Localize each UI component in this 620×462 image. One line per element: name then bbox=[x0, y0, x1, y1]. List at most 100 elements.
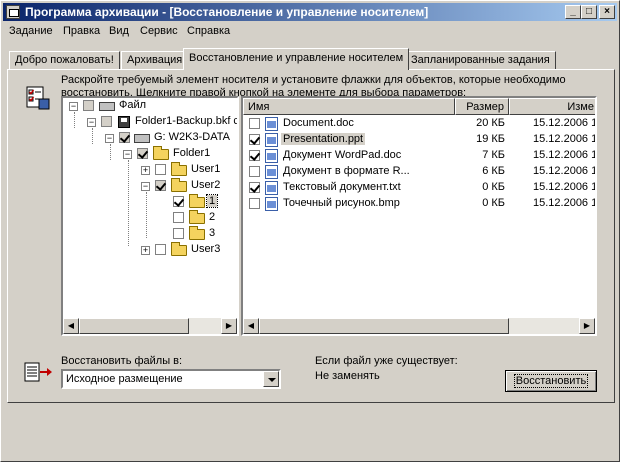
folder-icon bbox=[171, 162, 187, 176]
tree-item-backup-file[interactable]: − Folder1-Backup.bkf с bbox=[63, 114, 239, 130]
tree-checkbox[interactable] bbox=[119, 132, 130, 143]
file-size: 19 КБ bbox=[476, 133, 505, 145]
file-checkbox[interactable] bbox=[249, 198, 260, 209]
tree-item-2[interactable]: 2 bbox=[63, 210, 237, 226]
file-row[interactable]: Точечный рисунок.bmp 0 КБ 15.12.2006 1 bbox=[243, 196, 597, 212]
column-size[interactable]: Размер bbox=[455, 98, 509, 115]
maximize-button[interactable]: □ bbox=[581, 5, 597, 19]
tree-checkbox[interactable] bbox=[83, 100, 94, 111]
scroll-thumb[interactable] bbox=[259, 318, 509, 334]
tree-checkbox[interactable] bbox=[155, 164, 166, 175]
tree-label: Folder1-Backup.bkf с bbox=[135, 115, 239, 127]
restore-button[interactable]: Восстановить bbox=[505, 370, 597, 392]
tree-checkbox[interactable] bbox=[173, 212, 184, 223]
restore-location-select[interactable]: Исходное размещение bbox=[61, 369, 281, 389]
tree-horizontal-scrollbar[interactable]: ◀ ▶ bbox=[63, 318, 237, 334]
if-exists-value: Не заменять bbox=[315, 370, 380, 382]
collapse-icon[interactable]: − bbox=[123, 150, 132, 159]
file-checkbox[interactable] bbox=[249, 182, 260, 193]
tree-checkbox[interactable] bbox=[137, 148, 148, 159]
tree-label: Folder1 bbox=[173, 147, 211, 159]
tab-backup[interactable]: Архивация bbox=[121, 51, 189, 69]
tree-item-user3[interactable]: + User3 bbox=[63, 242, 237, 258]
tree-label: 3 bbox=[209, 227, 216, 239]
tree-checkbox[interactable] bbox=[155, 180, 166, 191]
tree-checkbox[interactable] bbox=[155, 244, 166, 255]
restore-location-icon bbox=[24, 362, 52, 382]
expand-icon[interactable]: + bbox=[141, 246, 150, 255]
document-icon bbox=[265, 197, 278, 211]
file-modified: 15.12.2006 1 bbox=[533, 181, 597, 193]
file-row[interactable]: Документ WordPad.doc 7 КБ 15.12.2006 1 bbox=[243, 148, 595, 164]
scroll-thumb[interactable] bbox=[79, 318, 189, 334]
minimize-button[interactable]: _ bbox=[565, 5, 581, 19]
file-row[interactable]: Presentation.ppt 19 КБ 15.12.2006 1 bbox=[243, 132, 597, 148]
scroll-right-icon[interactable]: ▶ bbox=[579, 318, 595, 334]
tree-item-file[interactable]: − Файл bbox=[63, 98, 237, 114]
tree-label: 2 bbox=[209, 211, 216, 223]
menu-bar: Задание Правка Вид Сервис Справка bbox=[3, 22, 617, 40]
restore-button-label: Восстановить bbox=[513, 374, 589, 388]
close-button[interactable]: × bbox=[599, 5, 615, 19]
title-bar[interactable]: Программа архивации - [Восстановление и … bbox=[3, 3, 617, 21]
file-row[interactable]: Текстовый документ.txt 0 КБ 15.12.2006 1 bbox=[243, 180, 597, 196]
scroll-left-icon[interactable]: ◀ bbox=[243, 318, 259, 334]
tree-label: User1 bbox=[191, 163, 221, 175]
restore-location-value: Исходное размещение bbox=[66, 373, 183, 385]
document-icon bbox=[265, 133, 278, 147]
tree-checkbox[interactable] bbox=[173, 228, 184, 239]
collapse-icon[interactable]: − bbox=[141, 182, 150, 191]
collapse-icon[interactable]: − bbox=[105, 134, 114, 143]
tree-label: User2 bbox=[191, 179, 221, 191]
file-name: Документ в формате R... bbox=[283, 165, 410, 177]
file-list[interactable]: Имя Размер Изме Document.doc 20 КБ 15.12… bbox=[241, 96, 597, 336]
file-checkbox[interactable] bbox=[249, 134, 260, 145]
document-icon bbox=[265, 149, 278, 163]
scroll-left-icon[interactable]: ◀ bbox=[63, 318, 79, 334]
file-checkbox[interactable] bbox=[249, 118, 260, 129]
menu-view[interactable]: Вид bbox=[109, 25, 129, 37]
menu-edit[interactable]: Правка bbox=[63, 25, 100, 37]
collapse-icon[interactable]: − bbox=[69, 102, 78, 111]
folder-icon bbox=[171, 242, 187, 256]
tree-label: 1 bbox=[205, 194, 219, 208]
expand-icon[interactable]: + bbox=[141, 166, 150, 175]
file-modified: 15.12.2006 1 bbox=[533, 133, 597, 145]
tree-checkbox[interactable] bbox=[101, 116, 112, 127]
tree-item-3[interactable]: 3 bbox=[63, 226, 237, 242]
folder-icon bbox=[189, 226, 205, 240]
file-name: Текстовый документ.txt bbox=[283, 181, 401, 193]
folder-icon bbox=[189, 194, 205, 208]
tree-item-user1[interactable]: + User1 bbox=[63, 162, 237, 178]
list-horizontal-scrollbar[interactable]: ◀ ▶ bbox=[243, 318, 595, 334]
tab-restore[interactable]: Восстановление и управление носителем bbox=[183, 48, 410, 70]
tab-welcome[interactable]: Добро пожаловать! bbox=[9, 51, 120, 69]
file-checkbox[interactable] bbox=[249, 150, 260, 161]
column-name[interactable]: Имя bbox=[243, 98, 455, 115]
tab-scheduled[interactable]: Запланированные задания bbox=[405, 51, 556, 69]
file-row[interactable]: Документ в формате R... 6 КБ 15.12.2006 … bbox=[243, 164, 595, 180]
tree-checkbox[interactable] bbox=[173, 196, 184, 207]
tree-item-folder1[interactable]: − Folder1 bbox=[63, 146, 237, 162]
tree-item-drive-g[interactable]: − G: W2K3-DATA bbox=[63, 130, 237, 146]
file-size: 6 КБ bbox=[482, 165, 505, 177]
file-size: 20 КБ bbox=[476, 117, 505, 129]
collapse-icon[interactable]: − bbox=[87, 118, 96, 127]
file-modified: 15.12.2006 1 bbox=[533, 117, 597, 129]
menu-help[interactable]: Справка bbox=[187, 25, 230, 37]
drive-icon bbox=[134, 134, 150, 143]
file-checkbox[interactable] bbox=[249, 166, 260, 177]
menu-tools[interactable]: Сервис bbox=[140, 25, 178, 37]
scroll-right-icon[interactable]: ▶ bbox=[221, 318, 237, 334]
menu-task[interactable]: Задание bbox=[9, 25, 53, 37]
file-name: Document.doc bbox=[283, 117, 354, 129]
file-name: Документ WordPad.doc bbox=[283, 149, 402, 161]
tree-item-1[interactable]: 1 bbox=[63, 194, 237, 210]
column-modified[interactable]: Изме bbox=[509, 98, 595, 115]
tree-item-user2[interactable]: − User2 bbox=[63, 178, 237, 194]
chevron-down-icon[interactable] bbox=[263, 371, 279, 387]
file-row[interactable]: Document.doc 20 КБ 15.12.2006 1 bbox=[243, 116, 597, 132]
checklist-icon bbox=[26, 86, 50, 110]
file-modified: 15.12.2006 1 bbox=[533, 197, 597, 209]
media-tree[interactable]: − Файл − Folder1-Backup.bkf с − G: W2K3-… bbox=[61, 96, 239, 336]
